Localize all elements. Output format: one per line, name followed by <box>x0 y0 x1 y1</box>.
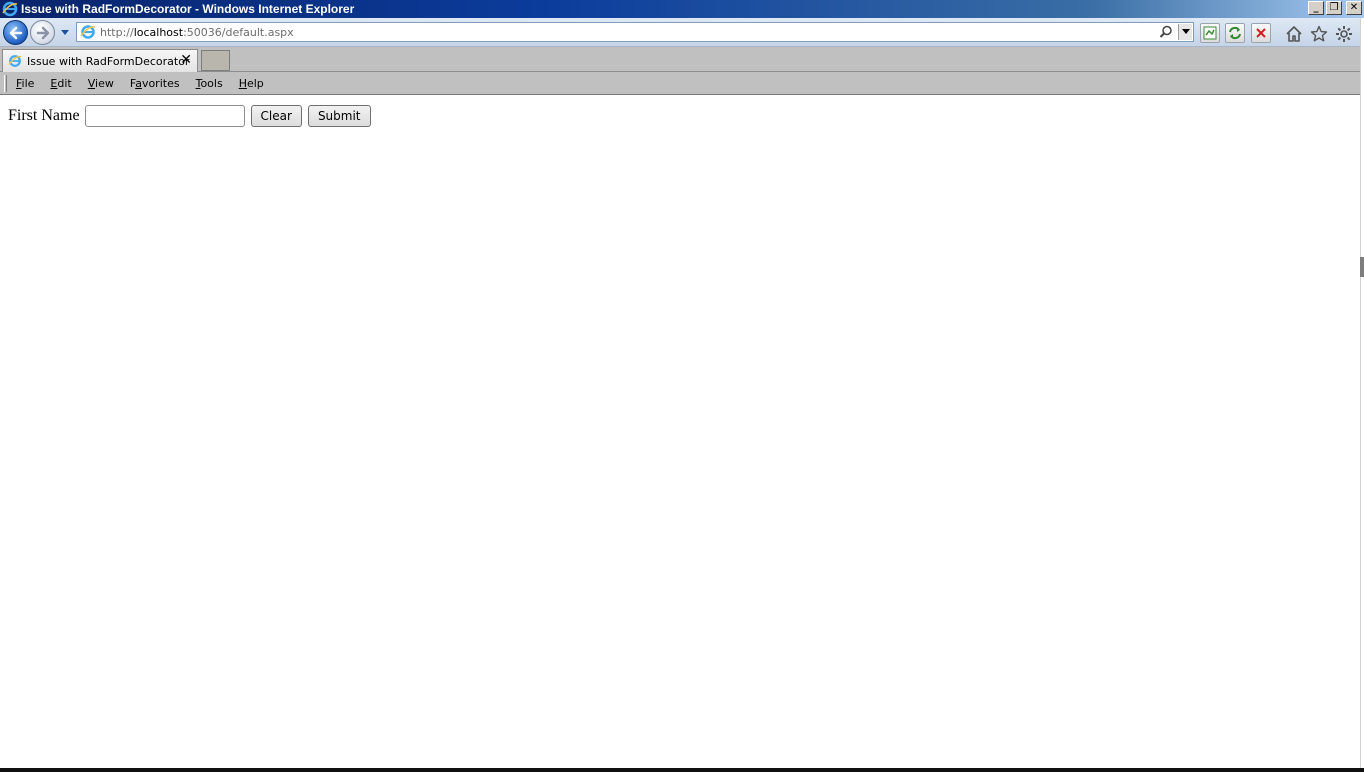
stop-icon <box>1256 28 1266 38</box>
recent-pages-button[interactable] <box>58 27 72 39</box>
menu-view[interactable]: View <box>88 77 114 90</box>
first-name-input[interactable] <box>84 105 245 127</box>
scrollbar-thumb[interactable] <box>1360 257 1364 277</box>
menu-help[interactable]: Help <box>239 77 264 90</box>
submit-button[interactable]: Submit <box>307 105 371 127</box>
ie-logo-icon <box>2 1 18 17</box>
stop-button[interactable] <box>1251 23 1271 43</box>
address-dropdown-button[interactable] <box>1178 24 1192 40</box>
restore-button[interactable]: ❐ <box>1326 1 1342 15</box>
favorites-star-icon <box>1310 25 1328 42</box>
minimize-button[interactable]: _ <box>1308 1 1324 15</box>
tab-strip: Issue with RadFormDecorator ✕ <box>0 47 1364 72</box>
menu-file[interactable]: File <box>16 77 34 90</box>
clear-button[interactable]: Clear <box>250 105 302 127</box>
ie-page-icon <box>80 25 96 39</box>
close-window-button[interactable]: ✕ <box>1346 1 1362 15</box>
ie-page-icon <box>8 55 22 67</box>
refresh-button[interactable] <box>1225 23 1245 43</box>
recent-pages-icon <box>61 30 69 35</box>
window-titlebar: Issue with RadFormDecorator - Windows In… <box>0 0 1364 18</box>
toolbar-grip[interactable] <box>4 74 7 92</box>
forward-icon <box>36 26 49 39</box>
compatibility-view-button[interactable] <box>1200 23 1220 43</box>
address-url: http://localhost:50036/default.aspx <box>100 25 294 39</box>
search-icon[interactable] <box>1159 25 1173 39</box>
favorites-button[interactable] <box>1310 25 1328 43</box>
compatibility-view-icon <box>1203 26 1217 40</box>
forward-button[interactable] <box>30 20 55 45</box>
tab-label: Issue with RadFormDecorator <box>27 54 190 68</box>
first-name-form: First Name Clear Submit <box>8 105 371 127</box>
tab-issue-with-radformdecorator[interactable]: Issue with RadFormDecorator ✕ <box>2 49 198 72</box>
address-bar[interactable]: http://localhost:50036/default.aspx <box>76 22 1194 42</box>
chevron-down-icon <box>1181 29 1190 34</box>
menu-favorites[interactable]: Favorites <box>130 77 180 90</box>
menu-bar: File Edit View Favorites Tools Help <box>0 72 1364 95</box>
page-content: First Name Clear Submit <box>0 96 1360 768</box>
refresh-icon <box>1229 26 1241 40</box>
window-title: Issue with RadFormDecorator - Windows In… <box>21 2 355 16</box>
navigation-bar: http://localhost:50036/default.aspx <box>0 18 1364 47</box>
back-icon <box>9 26 22 39</box>
tools-button[interactable] <box>1335 25 1353 43</box>
gear-icon <box>1336 26 1352 42</box>
screen-bottom-edge <box>0 768 1364 772</box>
close-tab-button[interactable]: ✕ <box>180 53 192 67</box>
window-controls: _ ❐ ✕ <box>1308 1 1362 15</box>
menu-tools[interactable]: Tools <box>196 77 223 90</box>
home-button[interactable] <box>1285 25 1303 43</box>
home-icon <box>1286 26 1302 42</box>
first-name-label: First Name <box>8 107 80 124</box>
back-button[interactable] <box>3 20 28 45</box>
new-tab-button[interactable] <box>201 50 230 71</box>
vertical-scrollbar[interactable] <box>1360 18 1364 768</box>
menu-edit[interactable]: Edit <box>50 77 71 90</box>
